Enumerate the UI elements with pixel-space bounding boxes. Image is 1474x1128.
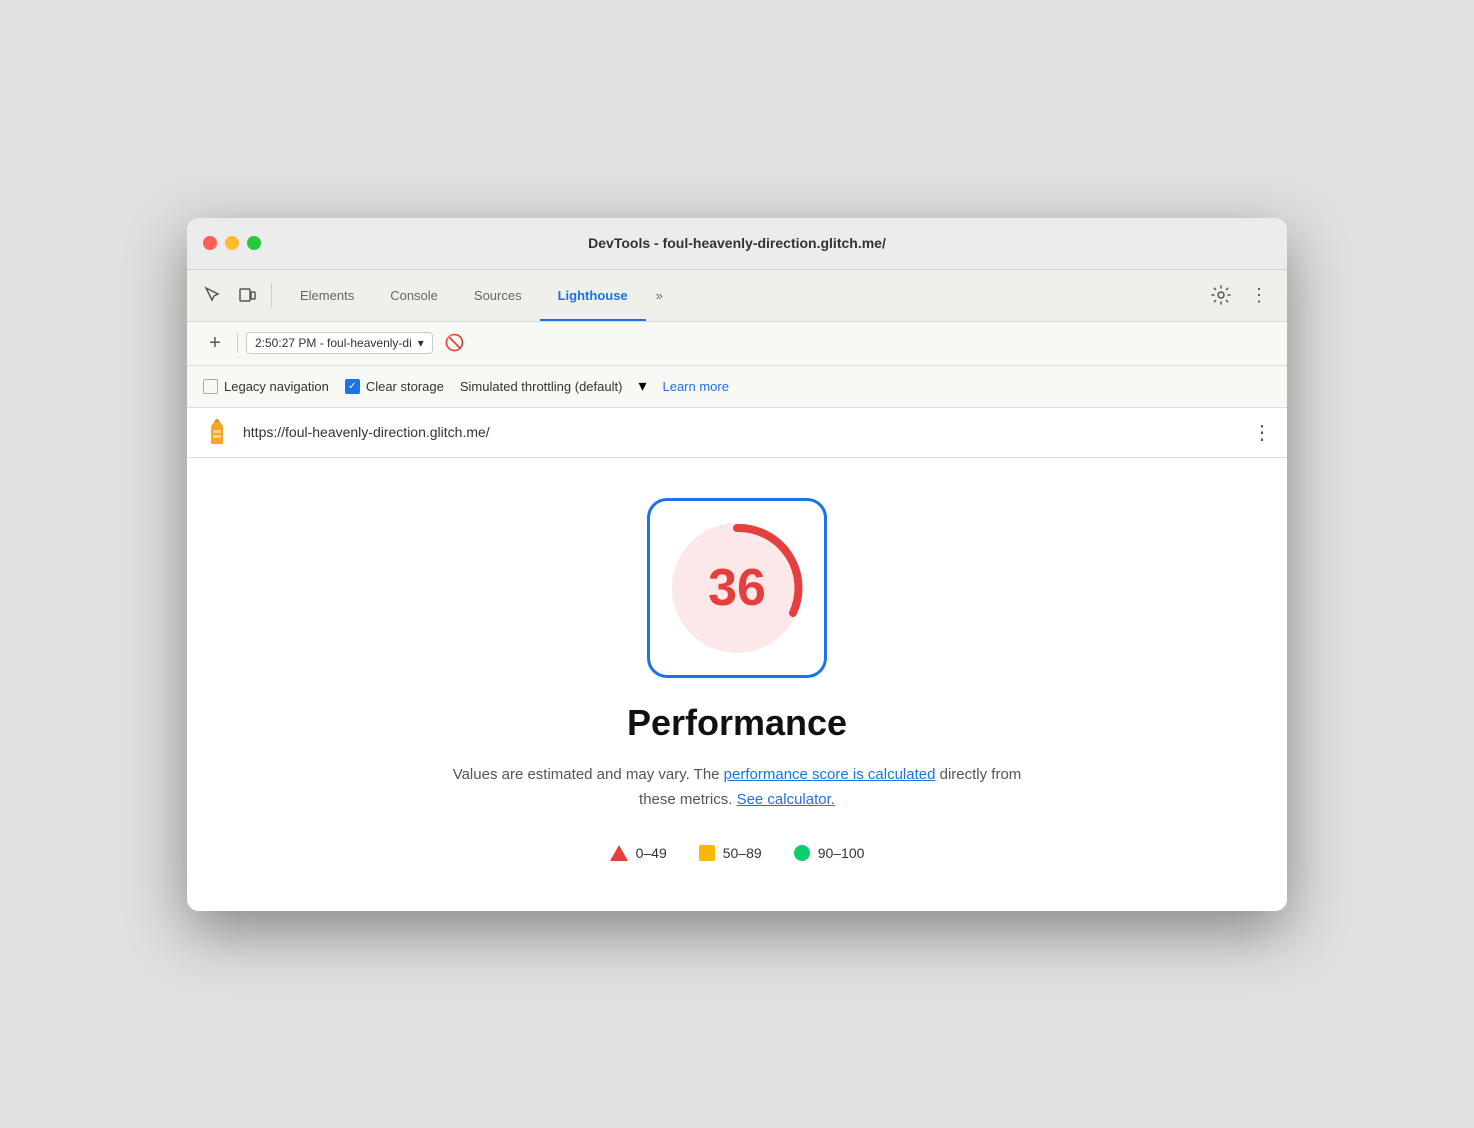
legacy-nav-checkbox[interactable] [203,379,218,394]
legend-item-medium: 50–89 [699,845,762,861]
inspect-icon[interactable] [199,281,227,309]
tab-console[interactable]: Console [372,269,456,321]
traffic-lights [203,236,261,250]
performance-title: Performance [627,702,847,744]
devtools-window: DevTools - foul-heavenly-direction.glitc… [187,218,1287,911]
add-run-button[interactable]: + [201,329,229,357]
medium-score-icon [699,845,715,861]
tab-bar: Elements Console Sources Lighthouse » [282,269,738,321]
device-toggle-icon[interactable] [233,281,261,309]
high-score-icon [794,845,810,861]
window-title: DevTools - foul-heavenly-direction.glitc… [588,235,886,251]
medium-score-range: 50–89 [723,845,762,861]
high-score-range: 90–100 [818,845,865,861]
close-button[interactable] [203,236,217,250]
score-arc-svg [667,518,807,658]
url-bar: https://foul-heavenly-direction.glitch.m… [187,408,1287,458]
tab-elements[interactable]: Elements [282,269,372,321]
sub-toolbar-divider [237,333,238,353]
legend-item-low: 0–49 [610,845,667,861]
tab-lighthouse[interactable]: Lighthouse [540,269,646,321]
settings-button[interactable] [1205,279,1237,311]
clear-storage-checkbox[interactable] [345,379,360,394]
calculator-link[interactable]: See calculator. [737,791,835,808]
block-icon[interactable]: 🚫 [441,329,469,357]
legend-item-high: 90–100 [794,845,865,861]
perf-score-link[interactable]: performance score is calculated [724,766,936,783]
throttle-arrow-icon: ▾ [638,376,646,396]
sub-toolbar: + 2:50:27 PM - foul-heavenly-di ▾ 🚫 [187,322,1287,366]
report-selector[interactable]: 2:50:27 PM - foul-heavenly-di ▾ [246,332,433,354]
url-options-button[interactable]: ⋮ [1252,420,1273,445]
throttle-label: Simulated throttling (default) [460,379,623,394]
tab-sources[interactable]: Sources [456,269,540,321]
performance-description: Values are estimated and may vary. The p… [437,762,1037,813]
more-options-button[interactable]: ⋮ [1243,279,1275,311]
dropdown-arrow-icon: ▾ [418,336,424,350]
toolbar: Elements Console Sources Lighthouse » ⋮ [187,270,1287,322]
options-bar: Legacy navigation Clear storage Simulate… [187,366,1287,408]
url-display: https://foul-heavenly-direction.glitch.m… [243,424,1242,440]
toolbar-divider [271,283,272,307]
score-legend: 0–49 50–89 90–100 [610,845,865,861]
throttle-dropdown[interactable]: ▾ [638,376,646,396]
maximize-button[interactable] [247,236,261,250]
clear-storage-checkbox-item[interactable]: Clear storage [345,379,444,394]
main-content: 36 Performance Values are estimated and … [187,458,1287,911]
low-score-icon [610,845,628,861]
lighthouse-logo-icon [201,416,233,448]
score-card: 36 [647,498,827,678]
legacy-nav-checkbox-item[interactable]: Legacy navigation [203,379,329,394]
more-tabs-button[interactable]: » [646,269,673,321]
learn-more-link[interactable]: Learn more [662,379,728,394]
low-score-range: 0–49 [636,845,667,861]
minimize-button[interactable] [225,236,239,250]
title-bar: DevTools - foul-heavenly-direction.glitc… [187,218,1287,270]
